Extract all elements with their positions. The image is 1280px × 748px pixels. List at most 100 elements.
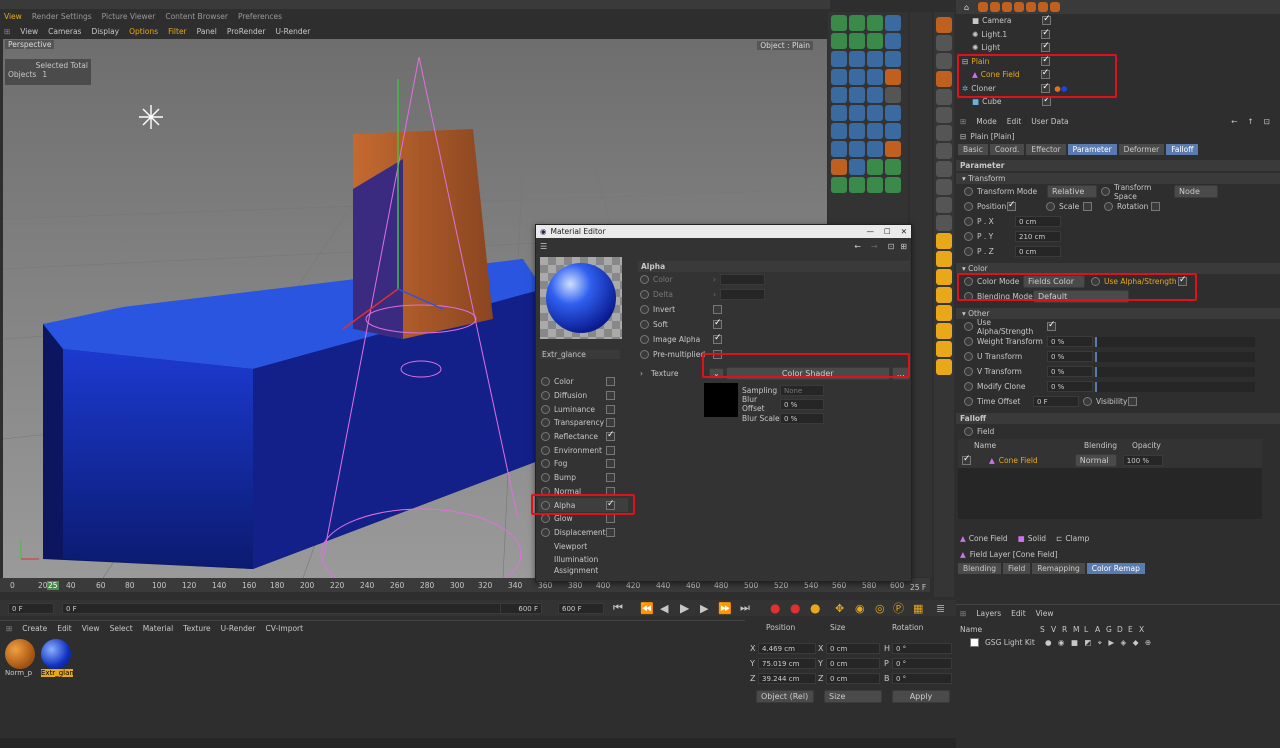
layer-checkbox[interactable]: [970, 638, 979, 647]
tool-icon[interactable]: [849, 87, 865, 103]
tool-icon[interactable]: [831, 15, 847, 31]
tool-icon[interactable]: [867, 123, 883, 139]
field-list-row[interactable]: ▲ Cone Field Normal 100 %: [958, 452, 1262, 468]
record-icon[interactable]: ●: [770, 601, 780, 615]
channel-checkbox[interactable]: [606, 377, 615, 387]
menu-view[interactable]: View: [20, 27, 38, 36]
channel-checkbox[interactable]: [606, 445, 615, 455]
layer-tab-color-remap[interactable]: Color Remap: [1086, 563, 1145, 574]
tool-icon[interactable]: [867, 33, 883, 49]
coords-apply-button[interactable]: Apply: [892, 689, 950, 703]
home-icon[interactable]: ⌂: [964, 3, 969, 12]
side-icon[interactable]: [936, 323, 952, 339]
channel-checkbox[interactable]: [606, 459, 615, 469]
tab-deformer[interactable]: Deformer: [1118, 144, 1165, 155]
material-name-label[interactable]: Extr_glance: [540, 350, 620, 359]
tool-icon[interactable]: [867, 69, 883, 85]
channel-environment[interactable]: Environment: [538, 443, 628, 457]
side-icon[interactable]: [936, 71, 952, 87]
channel-luminance[interactable]: Luminance: [538, 402, 628, 416]
visibility-checkbox[interactable]: [1042, 95, 1052, 107]
v-field[interactable]: 0 %: [1047, 366, 1093, 377]
sampling-select[interactable]: None: [780, 384, 824, 396]
tool-icon[interactable]: [867, 105, 883, 121]
end-frame-field[interactable]: 600 F: [558, 602, 604, 614]
goto-end-button[interactable]: ⏭: [740, 601, 750, 615]
attr-menu-userdata[interactable]: User Data: [1031, 117, 1068, 126]
channel-checkbox[interactable]: [606, 430, 615, 442]
tool-icon[interactable]: [849, 159, 865, 175]
side-icon[interactable]: [936, 179, 952, 195]
menu-filter[interactable]: Filter: [168, 27, 187, 36]
side-icon[interactable]: [936, 341, 952, 357]
menu-options[interactable]: Options: [129, 27, 158, 36]
tool-icon[interactable]: [867, 141, 883, 157]
layers-row[interactable]: GSG Light Kit ● ◉ ■ ◩ ⌖ ▶ ◈ ◆ ⊕: [956, 636, 1280, 649]
coords-rot-h[interactable]: 0 °: [892, 643, 952, 654]
back-icon[interactable]: ←: [854, 242, 861, 251]
channel-assignment[interactable]: Assignment: [538, 567, 628, 575]
menu-panel[interactable]: Panel: [197, 27, 217, 36]
coords-pos-z[interactable]: 39.244 cm: [758, 673, 816, 684]
toolbar-icon[interactable]: [990, 2, 1001, 12]
tool-icon[interactable]: [849, 177, 865, 193]
tool-icon[interactable]: [831, 123, 847, 139]
rotation-checkbox[interactable]: [1151, 202, 1160, 211]
channel-checkbox[interactable]: [606, 391, 615, 401]
material-preview[interactable]: [540, 257, 622, 339]
channel-illumination[interactable]: Illumination: [538, 553, 628, 567]
mat-menu-create[interactable]: Create: [22, 624, 47, 633]
tool-icon[interactable]: [885, 33, 901, 49]
viewport-camera-label[interactable]: Object : Plain: [757, 41, 813, 50]
mat-menu-texture[interactable]: Texture: [183, 624, 210, 633]
texture-preview[interactable]: [704, 383, 738, 417]
tool-icon[interactable]: [867, 87, 883, 103]
v-slider[interactable]: [1095, 366, 1255, 377]
tab-picture-viewer[interactable]: Picture Viewer: [102, 12, 156, 21]
attr-menu-edit[interactable]: Edit: [1007, 117, 1022, 126]
tool-icon[interactable]: [849, 69, 865, 85]
coords-size-y[interactable]: 0 cm: [826, 658, 880, 669]
visibility-checkbox[interactable]: [1041, 41, 1051, 53]
transform-mode-select[interactable]: Relative: [1047, 185, 1097, 198]
menu-icon[interactable]: ☰: [540, 242, 547, 251]
side-icon[interactable]: [936, 233, 952, 249]
preview-start-field[interactable]: 0 F: [62, 602, 542, 614]
object-row-light[interactable]: ✺ Light: [960, 41, 1280, 55]
channel-color[interactable]: Color: [538, 375, 628, 389]
lock-icon[interactable]: ⊡: [888, 242, 895, 251]
forward-icon[interactable]: →: [871, 242, 878, 251]
alpha-soft-checkbox[interactable]: [713, 318, 722, 329]
field-tab-clamp[interactable]: Clamp: [1065, 534, 1089, 543]
next-key-button[interactable]: ⏩: [718, 602, 732, 615]
alpha-image-alpha-checkbox[interactable]: [713, 333, 722, 344]
side-icon[interactable]: [936, 143, 952, 159]
channel-bump[interactable]: Bump: [538, 471, 628, 485]
layer-tab-field[interactable]: Field: [1002, 563, 1031, 574]
tool-icon[interactable]: [831, 51, 847, 67]
tool-icon[interactable]: [849, 15, 865, 31]
layer-tab-remapping[interactable]: Remapping: [1032, 563, 1085, 574]
side-icon[interactable]: [936, 197, 952, 213]
channel-viewport[interactable]: Viewport: [538, 539, 628, 553]
prev-frame-button[interactable]: ◀: [660, 602, 668, 615]
lock-icon[interactable]: ⊡: [1264, 117, 1270, 126]
tool-icon[interactable]: [867, 15, 883, 31]
tool-icon[interactable]: [831, 87, 847, 103]
material-swatch[interactable]: Extr_glan: [41, 639, 74, 677]
px-field[interactable]: 0 cm: [1015, 216, 1061, 227]
layers-menu-edit[interactable]: Edit: [1011, 609, 1026, 618]
layers-menu-layers[interactable]: Layers: [976, 609, 1001, 618]
channel-checkbox[interactable]: [606, 418, 615, 428]
visibility-checkbox[interactable]: [1128, 397, 1137, 406]
weight-field[interactable]: 0 %: [1047, 336, 1093, 347]
position-checkbox[interactable]: [1007, 200, 1016, 211]
toolbar-icon[interactable]: [978, 2, 989, 12]
toolbar-icon[interactable]: [1038, 2, 1049, 12]
minimize-icon[interactable]: —: [866, 227, 874, 236]
toolbar-icon[interactable]: [1014, 2, 1025, 12]
modify-clone-field[interactable]: 0 %: [1047, 381, 1093, 392]
maximize-icon[interactable]: ☐: [884, 227, 891, 236]
material-swatch[interactable]: Norm_p: [5, 639, 37, 677]
tool-icon[interactable]: [867, 177, 883, 193]
